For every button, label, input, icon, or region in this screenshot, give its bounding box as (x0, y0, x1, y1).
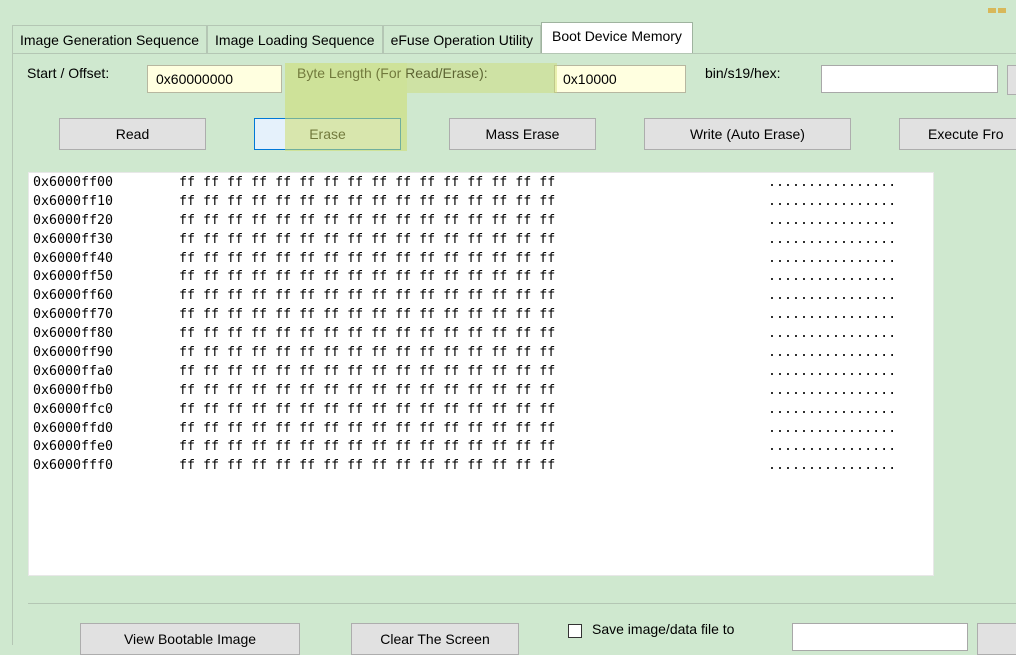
memory-row: 0x6000ffd0 ff ff ff ff ff ff ff ff ff ff … (33, 420, 897, 436)
window-corner-icons (986, 0, 1016, 13)
write-auto-erase-button[interactable]: Write (Auto Erase) (644, 118, 851, 150)
memory-view-scroll-area (28, 576, 1016, 604)
start-offset-field[interactable]: 0x60000000 (147, 65, 282, 93)
memory-row: 0x6000ff10 ff ff ff ff ff ff ff ff ff ff … (33, 193, 897, 209)
tab-image-generation-sequence[interactable]: Image Generation Sequence (12, 25, 208, 54)
memory-row: 0x6000ff20 ff ff ff ff ff ff ff ff ff ff … (33, 212, 897, 228)
read-button[interactable]: Read (59, 118, 206, 150)
memory-row: 0x6000ff80 ff ff ff ff ff ff ff ff ff ff … (33, 326, 897, 342)
memory-row: 0x6000ffe0 ff ff ff ff ff ff ff ff ff ff … (33, 439, 897, 455)
tab-bar: Image Generation Sequence Image Loading … (12, 22, 693, 54)
memory-row: 0x6000ffb0 ff ff ff ff ff ff ff ff ff ff … (33, 382, 897, 398)
memory-row: 0x6000ff70 ff ff ff ff ff ff ff ff ff ff … (33, 307, 897, 323)
tab-efuse-operation-utility[interactable]: eFuse Operation Utility (382, 25, 541, 54)
memory-view[interactable]: 0x6000ff00 ff ff ff ff ff ff ff ff ff ff … (28, 172, 934, 576)
memory-row: 0x6000ff90 ff ff ff ff ff ff ff ff ff ff … (33, 345, 897, 361)
start-offset-label: Start / Offset: (27, 65, 110, 81)
tab-image-loading-sequence[interactable]: Image Loading Sequence (207, 25, 383, 54)
memory-row: 0x6000fff0 ff ff ff ff ff ff ff ff ff ff … (33, 458, 897, 474)
memory-row: 0x6000ff50 ff ff ff ff ff ff ff ff ff ff … (33, 269, 897, 285)
byte-length-label: Byte Length (For Read/Erase): (297, 65, 488, 81)
save-file-checkbox[interactable] (568, 624, 582, 638)
memory-row: 0x6000ff40 ff ff ff ff ff ff ff ff ff ff … (33, 250, 897, 266)
execute-from-button[interactable]: Execute Fro (899, 118, 1016, 150)
mass-erase-button[interactable]: Mass Erase (449, 118, 596, 150)
memory-row: 0x6000ffc0 ff ff ff ff ff ff ff ff ff ff … (33, 401, 897, 417)
clear-screen-button[interactable]: Clear The Screen (351, 623, 519, 655)
memory-row: 0x6000ff30 ff ff ff ff ff ff ff ff ff ff … (33, 231, 897, 247)
browse-file-button[interactable] (1007, 65, 1016, 95)
save-browse-button[interactable] (977, 623, 1016, 655)
view-bootable-image-button[interactable]: View Bootable Image (80, 623, 300, 655)
erase-button[interactable]: Erase (254, 118, 401, 150)
file-path-field[interactable] (821, 65, 998, 93)
byte-length-field[interactable]: 0x10000 (554, 65, 686, 93)
memory-row: 0x6000ff00 ff ff ff ff ff ff ff ff ff ff … (33, 175, 897, 190)
tab-boot-device-memory[interactable]: Boot Device Memory (541, 22, 693, 54)
memory-row: 0x6000ff60 ff ff ff ff ff ff ff ff ff ff … (33, 288, 897, 304)
memory-row: 0x6000ffa0 ff ff ff ff ff ff ff ff ff ff … (33, 363, 897, 379)
save-path-field[interactable] (792, 623, 968, 651)
save-file-label: Save image/data file to (592, 621, 735, 637)
file-path-label: bin/s19/hex: (705, 65, 781, 81)
